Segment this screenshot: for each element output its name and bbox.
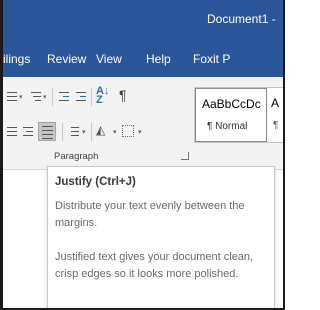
ribbon-tabs: ilings Review View Help Foxit P bbox=[3, 40, 283, 77]
style-normal-button[interactable]: AaBbCcDc ¶ Normal bbox=[195, 88, 267, 142]
shading-dropdown-icon[interactable]: ▾ bbox=[113, 128, 117, 136]
styles-gallery: AaBbCcDc ¶ Normal A ¶ bbox=[194, 87, 283, 143]
line-spacing-icon[interactable] bbox=[67, 125, 81, 139]
multilevel-dropdown-icon[interactable]: ▾ bbox=[43, 93, 47, 101]
pilcrow-icon[interactable]: ¶ bbox=[119, 87, 133, 103]
numbering-dropdown-icon[interactable]: ▾ bbox=[19, 93, 23, 101]
style-sample-text: AaBbCcDc bbox=[202, 97, 261, 111]
line-spacing-dropdown-icon[interactable]: ▾ bbox=[82, 128, 86, 136]
window-border-right bbox=[283, 0, 285, 310]
align-center-icon[interactable] bbox=[5, 125, 19, 139]
tooltip-title: Justify (Ctrl+J) bbox=[55, 176, 136, 188]
title-bar: Document1 - bbox=[3, 0, 283, 40]
window-border-left bbox=[0, 0, 3, 310]
tab-review[interactable]: Review bbox=[47, 52, 86, 66]
separator bbox=[91, 88, 92, 106]
justify-button[interactable] bbox=[38, 122, 56, 141]
increase-indent-icon[interactable] bbox=[74, 90, 88, 104]
separator bbox=[62, 123, 63, 141]
style-next-label: ¶ bbox=[273, 120, 279, 131]
shading-icon[interactable]: ◭ bbox=[96, 123, 110, 137]
word-window: Document1 - ilings Review View Help Foxi… bbox=[0, 0, 285, 310]
align-right-icon[interactable] bbox=[21, 125, 35, 139]
numbering-icon[interactable] bbox=[5, 90, 19, 104]
tab-mailings[interactable]: ilings bbox=[3, 52, 30, 66]
paragraph-group-label: Paragraph bbox=[54, 151, 99, 162]
tab-help[interactable]: Help bbox=[146, 52, 171, 66]
separator bbox=[91, 123, 92, 141]
tab-foxit[interactable]: Foxit P bbox=[193, 52, 230, 66]
tooltip-detail: Justified text gives your document clean… bbox=[55, 251, 254, 280]
decrease-indent-icon[interactable] bbox=[57, 90, 71, 104]
tooltip-description: Distribute your text evenly between the … bbox=[55, 200, 245, 229]
multilevel-list-icon[interactable] bbox=[29, 90, 43, 104]
tab-view[interactable]: View bbox=[96, 52, 122, 66]
style-next-sample[interactable]: A bbox=[271, 96, 279, 110]
style-name-label: ¶ Normal bbox=[207, 121, 248, 132]
borders-dropdown-icon[interactable]: ▾ bbox=[138, 128, 142, 136]
sort-icon[interactable]: A↓ Z bbox=[96, 86, 110, 106]
justify-tooltip: Justify (Ctrl+J) Distribute your text ev… bbox=[47, 166, 275, 309]
borders-icon[interactable] bbox=[122, 125, 134, 137]
paragraph-dialog-launcher-icon[interactable] bbox=[181, 152, 189, 160]
separator bbox=[52, 88, 53, 106]
document-title: Document1 - bbox=[207, 12, 276, 26]
